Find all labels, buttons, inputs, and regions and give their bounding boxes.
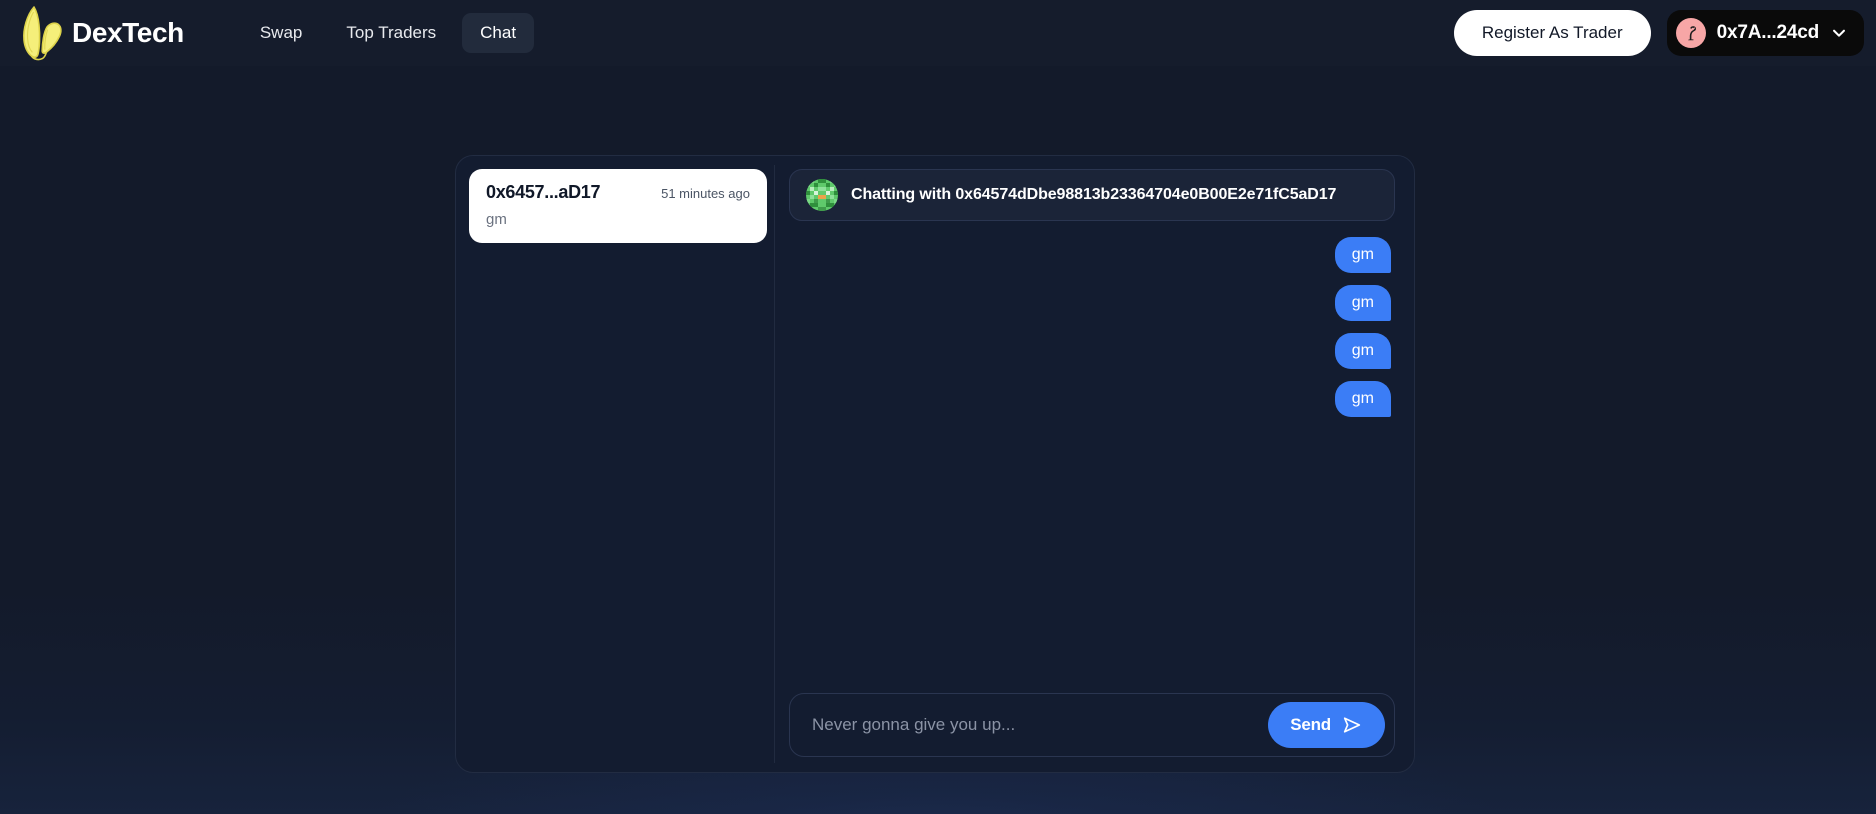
app-root: DexTech Swap Top Traders Chat Register A… xyxy=(0,0,1876,814)
message-composer: Send xyxy=(789,693,1395,757)
nav-item-chat[interactable]: Chat xyxy=(462,13,535,53)
conversation-list[interactable]: 0x6457...aD17 51 minutes ago gm xyxy=(465,165,775,763)
message-input[interactable] xyxy=(812,715,1257,735)
nav-item-top-traders[interactable]: Top Traders xyxy=(328,13,454,53)
register-as-trader-button[interactable]: Register As Trader xyxy=(1453,10,1651,56)
wallet-menu-button[interactable]: 0x7A...24cd xyxy=(1666,10,1864,56)
chat-panel: 0x6457...aD17 51 minutes ago gm Chatting… xyxy=(455,155,1415,773)
flamingo-icon xyxy=(1687,26,1696,41)
paper-plane-icon xyxy=(1343,717,1361,733)
message-bubble: gm xyxy=(1334,285,1391,321)
brand-name: DexTech xyxy=(72,17,184,48)
chevron-down-icon xyxy=(1833,29,1845,37)
send-button-label: Send xyxy=(1290,715,1331,734)
brand-logo-link[interactable]: DexTech xyxy=(14,0,184,66)
message-bubble: gm xyxy=(1334,237,1391,273)
message-bubble: gm xyxy=(1334,333,1391,369)
message-row: gm xyxy=(793,237,1391,273)
send-button[interactable]: Send xyxy=(1268,702,1385,748)
main-nav: Swap Top Traders Chat xyxy=(242,13,535,53)
bunny-ears-logo-icon xyxy=(23,6,62,61)
chat-thread: Chatting with 0x64574dDbe98813b23364704e… xyxy=(775,165,1405,763)
conversation-timestamp: 51 minutes ago xyxy=(661,186,750,201)
chat-thread-header: Chatting with 0x64574dDbe98813b23364704e… xyxy=(789,169,1395,221)
message-row: gm xyxy=(793,381,1391,417)
blockie-identicon-green-icon xyxy=(806,179,838,211)
wallet-address: 0x7A...24cd xyxy=(1716,22,1820,43)
top-navbar: DexTech Swap Top Traders Chat Register A… xyxy=(0,0,1876,66)
conversation-item-header: 0x6457...aD17 51 minutes ago xyxy=(486,182,750,203)
chat-thread-title: Chatting with 0x64574dDbe98813b23364704e… xyxy=(851,186,1337,203)
conversation-preview: gm xyxy=(486,211,507,228)
conversation-address: 0x6457...aD17 xyxy=(486,182,601,202)
conversation-list-item[interactable]: 0x6457...aD17 51 minutes ago gm xyxy=(469,169,767,243)
message-list[interactable]: gm gm gm gm xyxy=(789,221,1395,693)
message-bubble: gm xyxy=(1334,381,1391,417)
wallet-avatar xyxy=(1675,18,1706,48)
nav-item-swap[interactable]: Swap xyxy=(242,13,321,53)
header-actions: Register As Trader 0x7A...24cd xyxy=(1453,10,1864,56)
message-row: gm xyxy=(793,285,1391,321)
message-row: gm xyxy=(793,333,1391,369)
